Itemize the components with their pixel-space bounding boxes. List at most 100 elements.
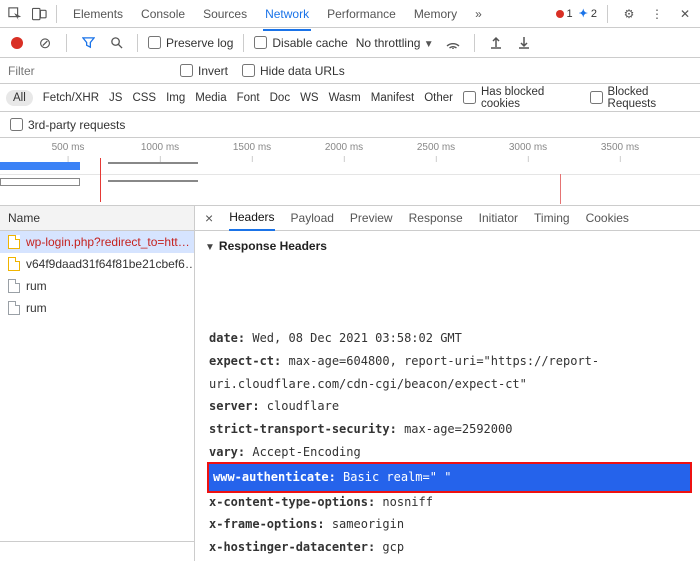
- settings-icon[interactable]: ⚙: [618, 3, 640, 25]
- overview-bar: [108, 180, 198, 182]
- preserve-log-checkbox[interactable]: Preserve log: [148, 36, 233, 50]
- type-img[interactable]: Img: [166, 92, 185, 104]
- late-marker-icon: [560, 174, 561, 204]
- header-value: Wed, 08 Dec 2021 03:58:02 GMT: [245, 331, 462, 345]
- download-har-icon[interactable]: [513, 32, 535, 54]
- header-value: Accept-Encoding: [245, 445, 361, 459]
- close-devtools-icon[interactable]: ✕: [674, 3, 696, 25]
- file-icon: [8, 235, 20, 249]
- timeline-tick: 1500 ms: [233, 142, 271, 153]
- tab-console[interactable]: Console: [139, 2, 187, 26]
- detail-tab-payload[interactable]: Payload: [291, 211, 334, 225]
- tab-sources[interactable]: Sources: [201, 2, 249, 26]
- divider: [607, 5, 608, 23]
- request-row[interactable]: rum: [0, 275, 194, 297]
- blocked-requests-checkbox[interactable]: Blocked Requests: [590, 86, 694, 110]
- response-headers-section[interactable]: ▼Response Headers: [195, 231, 700, 257]
- error-count[interactable]: 1: [556, 8, 573, 20]
- request-list-header[interactable]: Name: [0, 206, 194, 231]
- filter-input[interactable]: [6, 63, 166, 79]
- has-blocked-cookies-input[interactable]: [463, 91, 476, 104]
- invert-checkbox[interactable]: Invert: [180, 64, 228, 78]
- third-party-checkbox[interactable]: 3rd-party requests: [10, 118, 125, 132]
- request-name: v64f9daad31f64f81be21cbef6…: [26, 257, 194, 271]
- type-all[interactable]: All: [6, 90, 33, 106]
- type-fetch-xhr[interactable]: Fetch/XHR: [43, 92, 99, 104]
- panel-tabs: Elements Console Sources Network Perform…: [71, 2, 554, 26]
- header-value: sameorigin: [325, 517, 404, 531]
- invert-label: Invert: [198, 64, 228, 78]
- search-icon[interactable]: [105, 32, 127, 54]
- type-other[interactable]: Other: [424, 92, 453, 104]
- blocked-requests-label: Blocked Requests: [608, 86, 694, 110]
- request-name: rum: [26, 279, 47, 293]
- tab-elements[interactable]: Elements: [71, 2, 125, 26]
- type-js[interactable]: JS: [109, 92, 122, 104]
- timeline-tick: 500 ms: [52, 142, 85, 153]
- disable-cache-checkbox[interactable]: Disable cache: [254, 36, 347, 50]
- type-ws[interactable]: WS: [300, 92, 319, 104]
- header-key: date:: [209, 331, 245, 345]
- request-name: rum: [26, 301, 47, 315]
- filter-toggle-icon[interactable]: [77, 32, 99, 54]
- network-conditions-icon[interactable]: [442, 32, 464, 54]
- network-toolbar: ⊘ Preserve log Disable cache No throttli…: [0, 28, 700, 58]
- has-blocked-cookies-checkbox[interactable]: Has blocked cookies: [463, 86, 580, 110]
- disable-cache-input[interactable]: [254, 36, 267, 49]
- detail-tab-initiator[interactable]: Initiator: [479, 211, 518, 225]
- header-value: Basic realm=" ": [336, 470, 452, 484]
- upload-har-icon[interactable]: [485, 32, 507, 54]
- tab-performance[interactable]: Performance: [325, 2, 398, 26]
- tab-more[interactable]: »: [473, 2, 484, 26]
- type-font[interactable]: Font: [237, 92, 260, 104]
- kebab-menu-icon[interactable]: ⋮: [646, 3, 668, 25]
- header-line: vary: Accept-Encoding: [209, 441, 690, 464]
- clear-button[interactable]: ⊘: [34, 32, 56, 54]
- type-doc[interactable]: Doc: [270, 92, 290, 104]
- type-media[interactable]: Media: [195, 92, 226, 104]
- error-dot-icon: [556, 10, 564, 18]
- detail-tab-cookies[interactable]: Cookies: [586, 211, 629, 225]
- chevron-down-icon: ▼: [424, 39, 434, 50]
- timeline-tick: 3000 ms: [509, 142, 547, 153]
- request-list-footer: [0, 541, 194, 561]
- overview-bar: [0, 162, 80, 170]
- tab-network[interactable]: Network: [263, 2, 311, 26]
- detail-tab-timing[interactable]: Timing: [534, 211, 570, 225]
- request-row[interactable]: wp-login.php?redirect_to=htt…: [0, 231, 194, 253]
- timeline-tick: 1000 ms: [141, 142, 179, 153]
- throttling-value: No throttling: [356, 36, 421, 50]
- timeline-overview[interactable]: 500 ms 1000 ms 1500 ms 2000 ms 2500 ms 3…: [0, 138, 700, 206]
- header-line: expect-ct: max-age=604800, report-uri="h…: [209, 350, 690, 396]
- invert-input[interactable]: [180, 64, 193, 77]
- type-manifest[interactable]: Manifest: [371, 92, 414, 104]
- header-line: strict-transport-security: max-age=25920…: [209, 418, 690, 441]
- header-value: cloudflare: [260, 399, 339, 413]
- network-main: Name wp-login.php?redirect_to=htt… v64f9…: [0, 206, 700, 561]
- inspect-element-icon[interactable]: [4, 3, 26, 25]
- type-wasm[interactable]: Wasm: [329, 92, 361, 104]
- close-details-icon[interactable]: ×: [205, 210, 213, 226]
- preserve-log-input[interactable]: [148, 36, 161, 49]
- throttling-select[interactable]: No throttling ▼: [354, 34, 436, 52]
- overview-divider: [0, 174, 700, 175]
- device-toolbar-icon[interactable]: [28, 3, 50, 25]
- hide-data-urls-input[interactable]: [242, 64, 255, 77]
- detail-tab-preview[interactable]: Preview: [350, 211, 393, 225]
- detail-tab-headers[interactable]: Headers: [229, 210, 274, 231]
- third-party-input[interactable]: [10, 118, 23, 131]
- hide-data-urls-checkbox[interactable]: Hide data URLs: [242, 64, 345, 78]
- third-party-bar: 3rd-party requests: [0, 112, 700, 138]
- load-marker-icon: [100, 158, 101, 202]
- tab-memory[interactable]: Memory: [412, 2, 459, 26]
- type-css[interactable]: CSS: [132, 92, 156, 104]
- detail-tab-response[interactable]: Response: [409, 211, 463, 225]
- timeline-tick: 2500 ms: [417, 142, 455, 153]
- message-count[interactable]: ✦2: [579, 7, 597, 20]
- record-button[interactable]: [6, 32, 28, 54]
- devtools-topbar: Elements Console Sources Network Perform…: [0, 0, 700, 28]
- divider: [66, 34, 67, 52]
- request-row[interactable]: v64f9daad31f64f81be21cbef6…: [0, 253, 194, 275]
- request-row[interactable]: rum: [0, 297, 194, 319]
- blocked-requests-input[interactable]: [590, 91, 603, 104]
